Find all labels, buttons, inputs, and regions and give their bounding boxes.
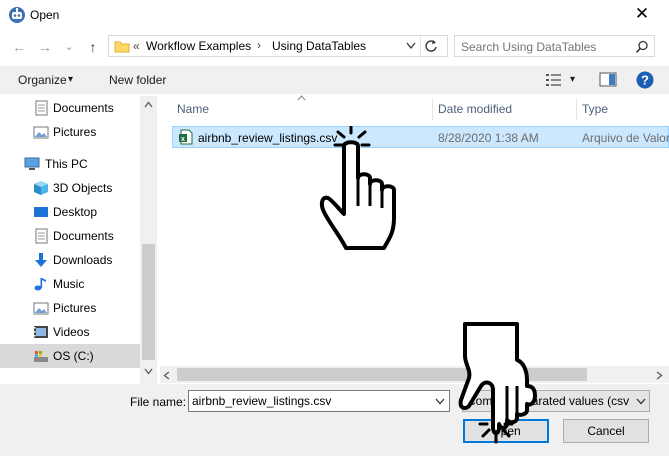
sidebar-item-label: Pictures xyxy=(53,301,97,315)
breadcrumb-separator: › xyxy=(257,38,261,52)
sidebar-item-pictures[interactable]: Pictures xyxy=(0,120,140,144)
column-header-name[interactable]: Name xyxy=(177,102,209,116)
sidebar-item-pictures-pc[interactable]: Pictures xyxy=(0,296,140,320)
new-folder-button[interactable]: New folder xyxy=(109,73,166,87)
sidebar-item-label: This PC xyxy=(45,157,88,171)
preview-pane-icon[interactable] xyxy=(599,72,617,87)
computer-icon xyxy=(24,157,40,170)
desktop-icon xyxy=(34,207,48,217)
search-input[interactable] xyxy=(459,37,633,57)
view-dropdown-icon[interactable]: ▾ xyxy=(570,74,575,85)
search-icon[interactable] xyxy=(635,40,649,54)
close-icon[interactable]: ✕ xyxy=(632,4,652,24)
column-divider[interactable] xyxy=(432,98,433,120)
app-robot-icon xyxy=(9,7,25,23)
scroll-thumb[interactable] xyxy=(142,244,155,360)
sidebar-item-downloads[interactable]: Downloads xyxy=(0,248,140,272)
sidebar-item-documents-pc[interactable]: Documents xyxy=(0,224,140,248)
column-divider[interactable] xyxy=(576,98,577,120)
column-header-date[interactable]: Date modified xyxy=(438,102,512,116)
sidebar-item-videos[interactable]: Videos xyxy=(0,320,140,344)
documents-icon xyxy=(35,228,48,244)
help-icon[interactable]: ? xyxy=(636,71,654,89)
file-type: Arquivo de Valores xyxy=(582,131,669,145)
sidebar-item-this-pc[interactable]: This PC xyxy=(0,152,140,176)
address-divider xyxy=(420,36,421,56)
address-bar[interactable]: « Workflow Examples › Using DataTables xyxy=(108,35,448,57)
sidebar-item-desktop[interactable]: Desktop xyxy=(0,200,140,224)
pictures-icon xyxy=(33,126,49,139)
back-arrow-icon[interactable]: ← xyxy=(10,38,28,56)
sidebar-item-os-c[interactable]: OS (C:) xyxy=(0,344,140,368)
command-toolbar xyxy=(0,66,669,94)
sidebar-item-label: Desktop xyxy=(53,205,98,219)
forward-arrow-icon[interactable]: → xyxy=(36,38,54,56)
hand-pointer-cursor-icon xyxy=(319,126,396,250)
up-arrow-icon[interactable]: ↑ xyxy=(84,38,102,56)
sidebar-item-label: Pictures xyxy=(53,125,97,139)
organize-button[interactable]: Organize xyxy=(18,73,67,87)
sidebar-item-label: Downloads xyxy=(53,253,113,267)
file-type-dropdown-icon[interactable] xyxy=(636,398,646,405)
breadcrumb-using-datatables[interactable]: Using DataTables xyxy=(272,39,366,53)
pictures-icon xyxy=(33,302,49,315)
drive-icon xyxy=(34,351,48,362)
file-name-label: File name: xyxy=(130,395,187,409)
hand-click-cursor-icon xyxy=(458,322,537,444)
sidebar-item-3d-objects[interactable]: 3D Objects xyxy=(0,176,140,200)
sidebar-item-label: Music xyxy=(53,277,85,291)
sidebar-item-label: 3D Objects xyxy=(53,181,113,195)
cancel-button[interactable]: Cancel xyxy=(563,419,649,443)
breadcrumb-workflow-examples[interactable]: Workflow Examples xyxy=(146,39,251,53)
sort-ascending-icon xyxy=(297,95,306,101)
sidebar-item-documents[interactable]: Documents xyxy=(0,96,140,120)
refresh-icon[interactable] xyxy=(424,39,438,53)
sidebar-item-label: Documents xyxy=(53,229,114,243)
scroll-right-icon[interactable] xyxy=(656,371,663,380)
sidebar-item-label: OS (C:) xyxy=(53,349,94,363)
file-name-combobox[interactable] xyxy=(188,390,450,412)
file-name[interactable]: airbnb_review_listings.csv xyxy=(198,131,337,145)
file-name-input[interactable] xyxy=(192,393,426,409)
videos-icon xyxy=(34,326,48,338)
scroll-left-icon[interactable] xyxy=(163,371,170,380)
view-details-icon[interactable] xyxy=(545,73,563,87)
svg-text:x: x xyxy=(181,136,185,143)
address-dropdown-icon[interactable] xyxy=(406,42,416,50)
sidebar-item-label: Videos xyxy=(53,325,90,339)
search-box[interactable] xyxy=(454,35,655,57)
title-bar: Open ✕ xyxy=(0,0,669,30)
column-header-type[interactable]: Type xyxy=(582,102,608,116)
3d-objects-icon xyxy=(34,181,48,195)
sidebar-item-label: Documents xyxy=(53,101,114,115)
scroll-down-icon[interactable] xyxy=(144,368,153,375)
sidebar-item-music[interactable]: Music xyxy=(0,272,140,296)
documents-icon xyxy=(35,100,48,116)
sidebar-scrollbar[interactable] xyxy=(140,96,157,384)
file-date: 8/28/2020 1:38 AM xyxy=(438,131,539,145)
folder-icon xyxy=(114,41,130,53)
excel-csv-icon: x xyxy=(179,129,193,145)
address-overflow[interactable]: « xyxy=(133,39,140,53)
svg-text:?: ? xyxy=(641,73,649,88)
music-icon xyxy=(34,278,46,291)
organize-dropdown-icon[interactable]: ▾ xyxy=(68,74,73,85)
file-name-dropdown-icon[interactable] xyxy=(435,398,445,405)
scroll-up-icon[interactable] xyxy=(144,101,153,108)
downloads-icon xyxy=(35,253,47,267)
window-title: Open xyxy=(30,8,60,22)
recent-locations-chevron-icon[interactable]: ⌄ xyxy=(62,38,76,56)
file-row[interactable]: x airbnb_review_listings.csv 8/28/2020 1… xyxy=(172,126,669,148)
